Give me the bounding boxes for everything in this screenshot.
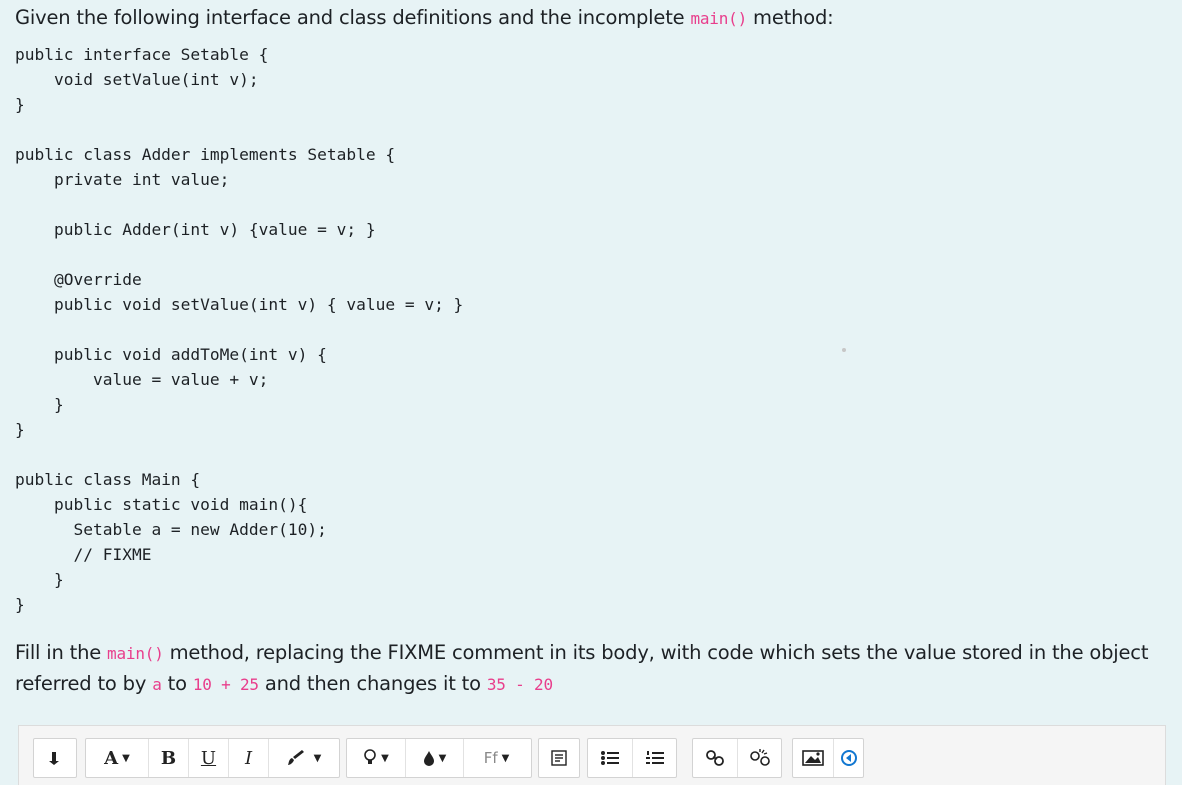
link-icon (706, 750, 724, 766)
unlink-icon (749, 749, 770, 766)
media-button[interactable] (833, 739, 863, 777)
link-button[interactable] (693, 739, 737, 777)
chevron-down-icon: ▼ (122, 752, 130, 764)
chevron-down-icon: ▼ (381, 752, 389, 764)
question-intro: Given the following interface and class … (15, 5, 834, 32)
toolbar-group-insert: ▼ ▼ Ff ▼ (346, 738, 532, 778)
arrow-down-icon (49, 752, 59, 765)
font-size-label: A (104, 747, 119, 769)
bold-button[interactable]: B (148, 739, 188, 777)
styles-button[interactable] (539, 739, 579, 777)
toolbar-group-lists (587, 738, 677, 778)
image-icon (802, 750, 824, 766)
code-block: public interface Setable { void setValue… (15, 45, 464, 614)
unordered-list-button[interactable] (588, 739, 632, 777)
background-color-button[interactable]: ▼ (405, 739, 463, 777)
toolbar-group-style: A ▼ B U I ▼ (85, 738, 340, 778)
instruction-text-1: Fill in the (15, 641, 108, 664)
italic-label: I (244, 747, 253, 769)
toolbar-group-links (692, 738, 782, 778)
text-color-button[interactable]: ▼ (268, 739, 338, 777)
font-size-button[interactable]: A ▼ (86, 739, 148, 777)
media-icon (840, 750, 857, 766)
bullet-list-icon (601, 751, 619, 765)
collapse-button[interactable] (34, 739, 76, 777)
toolbar-group-collapse (33, 738, 77, 778)
chevron-down-icon: ▼ (313, 752, 322, 764)
brush-icon (287, 750, 304, 765)
instruction-text-4: and then changes it to (258, 671, 487, 695)
intro-text-before: Given the following interface and class … (15, 6, 691, 29)
drop-icon (423, 751, 434, 766)
editor-toolbar: A ▼ B U I ▼ ▼ ▼ Ff ▼ (18, 725, 1166, 785)
intro-text-after: method: (747, 6, 834, 29)
instruction-code-sum: 10 + 25 (192, 674, 259, 694)
chevron-down-icon: ▼ (438, 752, 447, 764)
form-icon (551, 750, 567, 766)
instruction-code-a: a (152, 674, 162, 694)
font-family-label: Ff (483, 749, 498, 767)
instruction-text-3: to (161, 671, 193, 695)
lightbulb-icon (364, 749, 376, 764)
numbered-list-icon (645, 751, 664, 764)
question-instruction: Fill in the main() method, replacing the… (15, 638, 1175, 699)
toolbar-group-media (792, 738, 864, 778)
stray-dot (842, 348, 846, 352)
underline-label: U (200, 747, 217, 769)
instruction-code-main: main() (107, 644, 164, 663)
bold-label: B (160, 747, 177, 769)
toolbar-group-misc (538, 738, 580, 778)
instruction-code-diff: 35 - 20 (486, 674, 553, 694)
font-family-button[interactable]: Ff ▼ (463, 739, 529, 777)
question-content: Given the following interface and class … (0, 0, 1182, 785)
underline-button[interactable]: U (188, 739, 228, 777)
ordered-list-button[interactable] (632, 739, 676, 777)
intro-code-main: main() (690, 9, 748, 28)
chevron-down-icon: ▼ (501, 752, 510, 764)
unlink-button[interactable] (737, 739, 781, 777)
insert-image-button[interactable] (793, 739, 833, 777)
italic-button[interactable]: I (228, 739, 268, 777)
lightbulb-button[interactable]: ▼ (347, 739, 405, 777)
